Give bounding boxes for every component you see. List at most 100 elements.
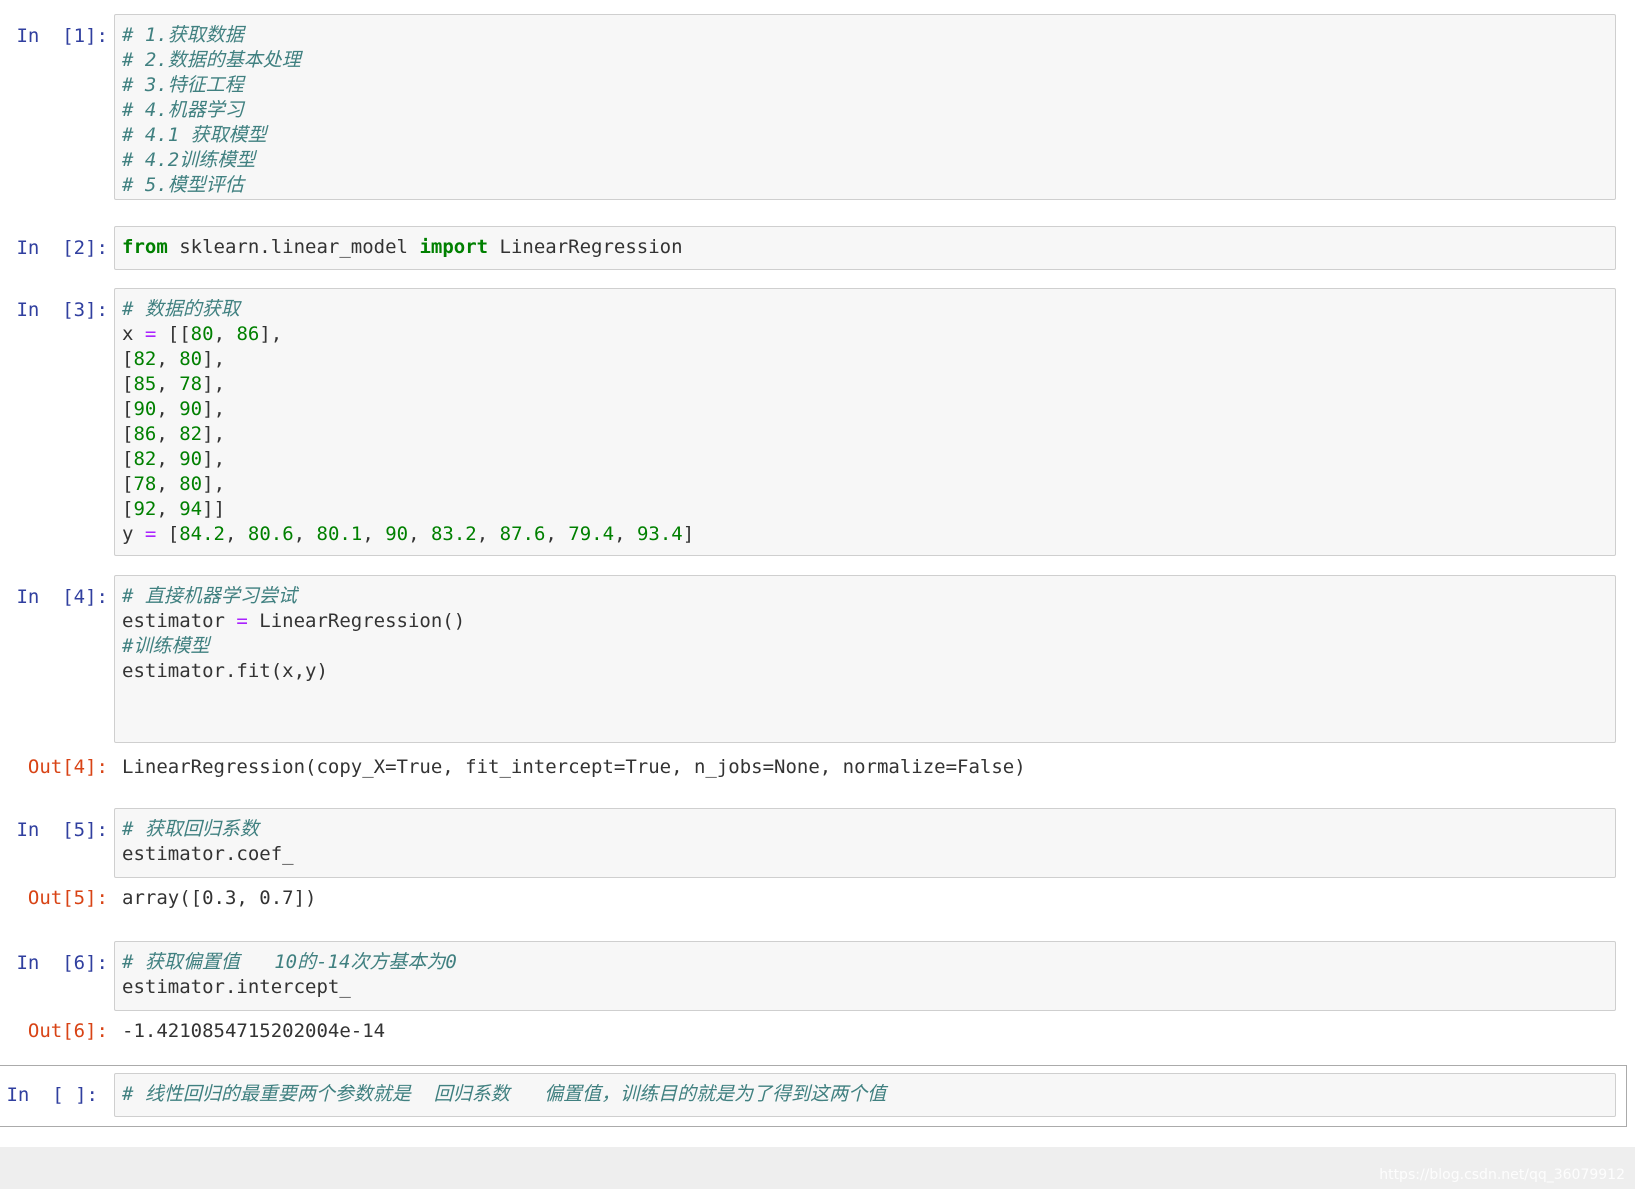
bracket: [ — [122, 398, 134, 420]
code-input[interactable]: # 获取偏置值 10的-14次方基本为0 estimator.intercept… — [114, 941, 1616, 1011]
output-text: -1.4210854715202004e-14 — [122, 1020, 386, 1042]
operator: = — [236, 610, 248, 632]
number: 90 — [179, 448, 203, 470]
x-row-line: [78, 80], — [122, 472, 1608, 497]
code-line: from sklearn.linear_model import LinearR… — [122, 235, 1608, 260]
code-line: estimator = LinearRegression() — [122, 609, 1608, 634]
bracket: ], — [202, 473, 226, 495]
x-row-line: [86, 82], — [122, 422, 1608, 447]
bracket: ], — [202, 373, 226, 395]
code-input[interactable]: # 线性回归的最重要两个参数就是 回归系数 偏置值，训练目的就是为了得到这两个值 — [114, 1073, 1616, 1117]
number: 80 — [190, 323, 214, 345]
comment-line: # 4.1 获取模型 — [122, 124, 267, 146]
output-text: array([0.3, 0.7]) — [122, 887, 317, 909]
bracket: [[ — [156, 323, 191, 345]
separator: , — [156, 423, 180, 445]
comment-line: # 获取偏置值 10的-14次方基本为0 — [122, 951, 457, 973]
variable: estimator — [122, 610, 237, 632]
code-input[interactable]: # 1.获取数据 # 2.数据的基本处理 # 3.特征工程 # 4.机器学习 #… — [114, 14, 1616, 200]
code-input[interactable]: # 数据的获取 x = [[80, 86], [82, 80], [85, 78],… — [114, 288, 1616, 556]
x-row-line: x = [[80, 86], — [122, 322, 1608, 347]
separator: , — [156, 473, 180, 495]
input-prompt: In [2]: — [16, 237, 108, 259]
watermark: https://blog.csdn.net/qq_36079912 — [1379, 1167, 1625, 1183]
number: 80.1 — [316, 523, 363, 545]
separator: , — [476, 523, 500, 545]
bracket: [ — [122, 423, 134, 445]
input-prompt: In [5]: — [16, 819, 108, 841]
separator: , — [213, 323, 237, 345]
number: 86 — [133, 423, 157, 445]
bracket: ], — [202, 348, 226, 370]
separator: , — [156, 348, 180, 370]
keyword-from: from — [122, 236, 168, 258]
output-prompt: Out[5]: — [27, 887, 108, 909]
x-row-line: [82, 90], — [122, 447, 1608, 472]
code-input[interactable]: # 直接机器学习尝试 estimator = LinearRegression(… — [114, 575, 1616, 743]
separator: , — [225, 523, 248, 545]
comment-line: # 4.机器学习 — [122, 99, 244, 121]
number: 90 — [179, 398, 203, 420]
number: 80 — [179, 473, 203, 495]
comment-line: # 获取回归系数 — [122, 818, 259, 840]
bracket: ], — [202, 448, 226, 470]
x-data-lines: x = [[80, 86], [82, 80], [85, 78], [90, 90]… — [122, 322, 1608, 522]
input-prompt: In [1]: — [16, 25, 108, 47]
number: 80.6 — [247, 523, 294, 545]
module-name: sklearn.linear_model — [167, 236, 420, 258]
number: 82 — [133, 348, 157, 370]
bracket: [ — [122, 373, 134, 395]
comment-line: # 3.特征工程 — [122, 74, 244, 96]
input-prompt: In [4]: — [16, 586, 108, 608]
y-data-line: y = [84.2, 80.6, 80.1, 90, 83.2, 87.6, 7… — [122, 522, 1608, 547]
number: 87.6 — [499, 523, 546, 545]
number: 94 — [179, 498, 203, 520]
comment-line: # 直接机器学习尝试 — [122, 585, 297, 607]
code-input[interactable]: from sklearn.linear_model import LinearR… — [114, 226, 1616, 270]
bracket: [ — [156, 523, 180, 545]
footer-bar: https://blog.csdn.net/qq_36079912 — [0, 1147, 1635, 1189]
call-expression: LinearRegression() — [247, 610, 466, 632]
number: 90 — [133, 398, 157, 420]
code-line: estimator.intercept_ — [122, 976, 351, 998]
code-line: estimator.fit(x,y) — [122, 660, 328, 682]
number: 78 — [133, 473, 157, 495]
bracket: [ — [122, 348, 134, 370]
code-line: estimator.coef_ — [122, 843, 294, 865]
comment-line: # 4.2训练模型 — [122, 149, 256, 171]
input-prompt: In [ ]: — [6, 1084, 98, 1106]
bracket: [ — [122, 498, 134, 520]
output-prompt: Out[4]: — [27, 756, 108, 778]
keyword-import: import — [419, 236, 489, 258]
separator: , — [362, 523, 386, 545]
variable: x — [122, 323, 145, 345]
bracket: ] — [682, 523, 695, 545]
number: 83.2 — [430, 523, 477, 545]
class-name: LinearRegression — [488, 236, 683, 258]
input-prompt: In [3]: — [16, 299, 108, 321]
bracket: ], — [202, 423, 226, 445]
bracket: [ — [122, 473, 134, 495]
number: 82 — [133, 448, 157, 470]
comment-line: # 2.数据的基本处理 — [122, 49, 301, 71]
separator: , — [545, 523, 569, 545]
comment-line: # 线性回归的最重要两个参数就是 回归系数 偏置值，训练目的就是为了得到这两个值 — [122, 1083, 887, 1105]
comment-line: # 5.模型评估 — [122, 174, 244, 196]
number: 85 — [133, 373, 157, 395]
comment-line: # 数据的获取 — [122, 298, 240, 320]
number: 86 — [236, 323, 260, 345]
x-row-line: [85, 78], — [122, 372, 1608, 397]
number: 93.4 — [636, 523, 683, 545]
bracket: ], — [202, 398, 226, 420]
notebook: In [1]: # 1.获取数据 # 2.数据的基本处理 # 3.特征工程 # … — [0, 0, 1635, 1189]
variable: y — [122, 523, 145, 545]
code-input[interactable]: # 获取回归系数 estimator.coef_ — [114, 808, 1616, 878]
bracket: [ — [122, 448, 134, 470]
number: 80 — [179, 348, 203, 370]
x-row-line: [90, 90], — [122, 397, 1608, 422]
x-row-line: [92, 94]] — [122, 497, 1608, 522]
operator: = — [144, 523, 157, 545]
bracket: ]] — [202, 498, 226, 520]
input-prompt: In [6]: — [16, 952, 108, 974]
number: 79.4 — [568, 523, 615, 545]
